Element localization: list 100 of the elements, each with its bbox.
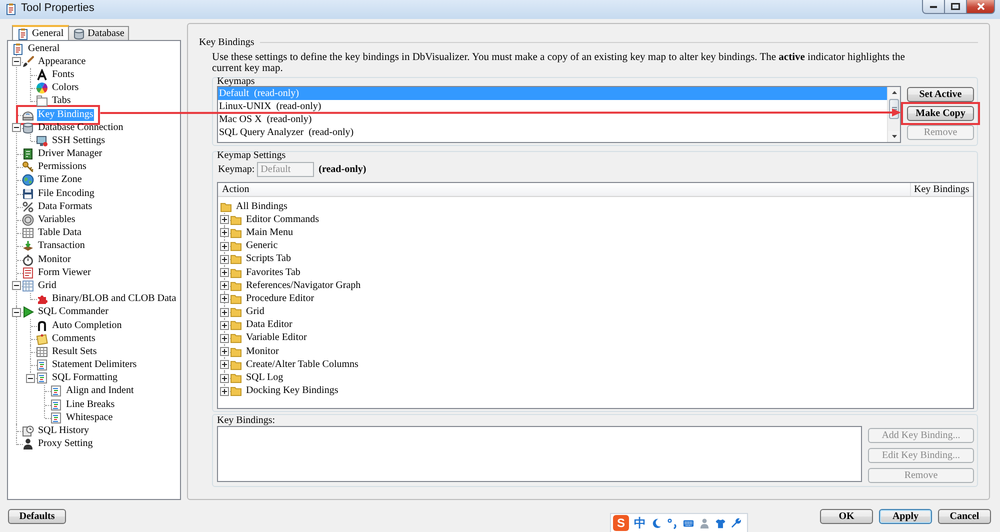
description-text: Use these settings to define the key bindings in DbVisualizer. You must make a copy of an existing key map to alter key bindings. The active indicator highlights the current key map. (212, 52, 906, 74)
defaults-button[interactable]: Defaults (8, 509, 66, 524)
tree-item[interactable]: Monitor (37, 254, 72, 266)
collapse-icon[interactable] (12, 308, 20, 317)
minimize-button[interactable] (922, 0, 945, 14)
tree-item[interactable]: General (27, 42, 61, 55)
tree-item[interactable]: Driver Manager (37, 148, 104, 160)
tree-item[interactable]: Grid (245, 306, 266, 318)
apply-button[interactable]: Apply (879, 509, 932, 524)
tree-item[interactable]: SQL Log (245, 372, 284, 384)
set-active-button[interactable]: Set Active (907, 87, 974, 102)
puzzle-icon (36, 293, 48, 306)
tree-item[interactable]: Variable Editor (245, 332, 308, 344)
coin-icon (22, 214, 34, 226)
tree-item[interactable]: Scripts Tab (245, 253, 292, 266)
tree-item[interactable]: Align and Indent (65, 385, 135, 398)
tree-item[interactable]: Line Breaks (65, 398, 116, 411)
scroll-up-button[interactable] (888, 87, 900, 98)
tree-item[interactable]: Proxy Setting (37, 438, 94, 450)
tree-item[interactable]: SQL Formatting (51, 372, 118, 384)
tree-item[interactable]: Whitespace (65, 412, 114, 424)
expand-icon[interactable] (220, 374, 228, 383)
shirt-icon[interactable] (715, 518, 726, 528)
expand-icon[interactable] (220, 268, 228, 278)
scrollbar[interactable] (887, 87, 900, 142)
collapse-icon[interactable] (12, 57, 20, 66)
expand-icon[interactable] (220, 360, 228, 370)
tree-item[interactable]: Permissions (37, 161, 88, 174)
tree-item[interactable]: Tabs (51, 95, 72, 108)
ok-button[interactable]: OK (820, 509, 873, 524)
monitor-icon (36, 134, 48, 147)
expand-icon[interactable] (220, 308, 228, 317)
tree-item[interactable]: Binary/BLOB and CLOB Data (51, 293, 178, 306)
tree-item[interactable]: Data Formats (37, 200, 94, 213)
paintbrush-icon (22, 56, 34, 68)
clipboard-icon (5, 3, 17, 15)
list-item[interactable]: Mac OS X (read-only) (218, 113, 887, 126)
tree-item[interactable]: Generic (245, 240, 279, 252)
close-button[interactable] (967, 0, 995, 14)
maximize-button[interactable] (945, 0, 967, 14)
keyboard-icon[interactable] (683, 518, 694, 528)
window-icon (36, 95, 48, 108)
tab[interactable]: Database (68, 26, 130, 40)
expand-icon[interactable] (220, 294, 228, 304)
tree-item[interactable]: File Encoding (37, 188, 96, 200)
input-mode-toggle[interactable]: 中 (634, 516, 646, 530)
wrench-icon[interactable] (731, 518, 742, 528)
key-icon (22, 161, 34, 174)
punctuation-icon[interactable] (667, 518, 678, 528)
document-lines-icon (50, 412, 62, 424)
folder-icon (220, 200, 232, 213)
tree-item[interactable]: Appearance (37, 56, 87, 68)
cancel-button[interactable]: Cancel (938, 509, 991, 524)
tree-item[interactable]: Auto Completion (51, 320, 123, 332)
list-item[interactable]: SQL Query Analyzer (read-only) (218, 126, 887, 139)
tree-item[interactable]: Database Connection (37, 122, 124, 134)
expand-icon[interactable] (220, 254, 228, 264)
play-icon (22, 306, 34, 318)
tree-item[interactable]: All Bindings (235, 200, 288, 213)
column-header[interactable]: Key Bindings (910, 183, 973, 196)
tree-item[interactable]: Colors (51, 82, 80, 94)
scroll-down-button[interactable] (888, 131, 900, 142)
tree-item[interactable]: Statement Delimiters (51, 359, 138, 372)
expand-icon[interactable] (220, 281, 228, 290)
tree-item[interactable]: Create/Alter Table Columns (245, 358, 360, 371)
tree-item[interactable]: Transaction (37, 240, 86, 252)
expand-icon[interactable] (220, 242, 228, 251)
expand-icon[interactable] (220, 228, 228, 238)
moon-icon[interactable] (651, 518, 662, 528)
expand-icon[interactable] (220, 215, 228, 224)
tree-item[interactable]: Main Menu (245, 226, 294, 239)
collapse-icon[interactable] (12, 123, 20, 132)
expand-icon[interactable] (220, 334, 228, 343)
tree-item[interactable]: Table Data (37, 227, 82, 240)
tree-item[interactable]: Result Sets (51, 346, 98, 358)
tree-item[interactable]: Grid (37, 280, 58, 292)
tree-item[interactable]: Form Viewer (37, 266, 92, 279)
tree-item[interactable]: Comments (51, 332, 96, 345)
tab[interactable]: General (12, 25, 69, 40)
tree-item[interactable]: Favorites Tab (245, 266, 302, 279)
tree-item[interactable]: Monitor (245, 346, 280, 358)
column-header[interactable]: Action (218, 183, 910, 196)
tree-item[interactable]: SQL Commander (37, 306, 110, 318)
tree-item[interactable]: Editor Commands (245, 214, 320, 226)
tree-item[interactable]: Variables (37, 214, 76, 226)
tree-item[interactable]: Data Editor (245, 319, 294, 332)
expand-icon[interactable] (220, 386, 228, 396)
tree-item[interactable]: References/Navigator Graph (245, 280, 362, 292)
tree-item[interactable]: SQL History (37, 425, 90, 438)
tree-item[interactable]: Fonts (51, 68, 76, 81)
expand-icon[interactable] (220, 347, 228, 356)
expand-icon[interactable] (220, 320, 228, 330)
tree-item[interactable]: Docking Key Bindings (245, 385, 340, 398)
tree-item[interactable]: Procedure Editor (245, 292, 316, 305)
tree-item[interactable]: SSH Settings (51, 134, 106, 147)
make-copy-button[interactable]: Make Copy (907, 106, 974, 121)
collapse-icon[interactable] (12, 281, 20, 290)
collapse-icon[interactable] (26, 374, 34, 383)
tree-item[interactable]: Time Zone (37, 174, 83, 186)
list-item[interactable]: Linux-UNIX (read-only) (218, 100, 887, 113)
